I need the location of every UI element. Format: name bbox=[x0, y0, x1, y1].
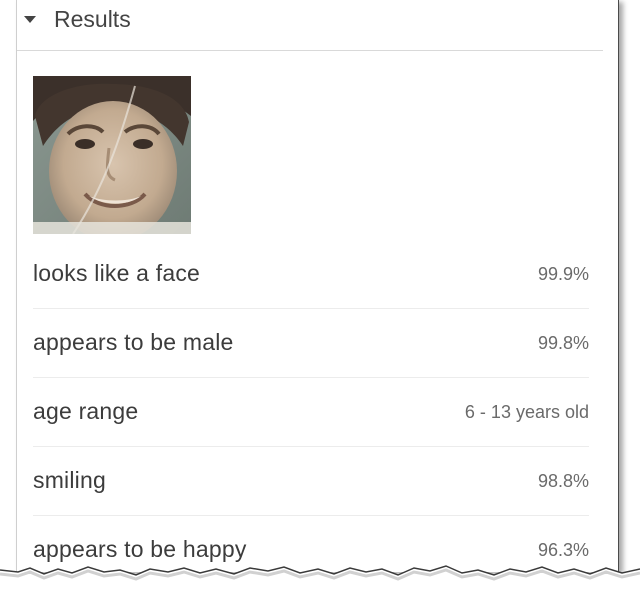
torn-edge-decoration bbox=[0, 565, 640, 593]
result-value: 98.8% bbox=[537, 471, 589, 491]
result-label: age range bbox=[33, 398, 139, 424]
result-row-age: age range 6 - 13 years old bbox=[33, 378, 589, 447]
result-row-gender: appears to be male 99.8% bbox=[33, 309, 589, 378]
result-value: 99.8% bbox=[537, 333, 589, 353]
face-photo-icon bbox=[33, 76, 191, 234]
result-value: 99.9% bbox=[537, 264, 589, 284]
result-row-smiling: smiling 98.8% bbox=[33, 447, 589, 516]
result-label: smiling bbox=[33, 467, 106, 493]
result-row-face: looks like a face 99.9% bbox=[33, 240, 589, 309]
result-value: 6 - 13 years old bbox=[464, 402, 589, 422]
screenshot-page: Results looks like a face 99.9% appears … bbox=[0, 0, 640, 593]
caret-down-icon[interactable] bbox=[24, 16, 36, 23]
result-label: looks like a face bbox=[33, 260, 201, 286]
results-list: looks like a face 99.9% appears to be ma… bbox=[33, 240, 589, 584]
results-title: Results bbox=[54, 6, 131, 32]
results-header[interactable]: Results bbox=[17, 0, 603, 51]
results-panel: Results looks like a face 99.9% appears … bbox=[16, 0, 619, 572]
face-thumbnail bbox=[33, 76, 191, 234]
result-label: appears to be male bbox=[33, 329, 234, 355]
